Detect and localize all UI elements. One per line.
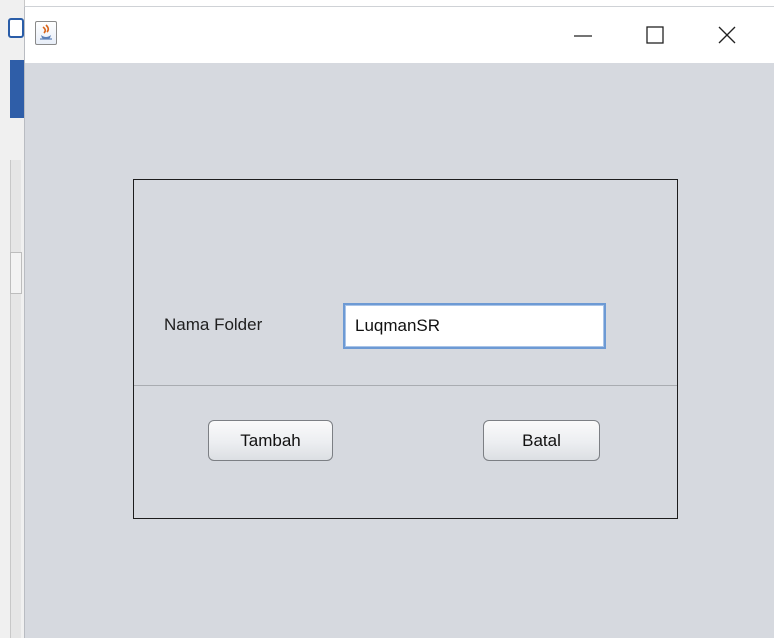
minimize-button[interactable] <box>547 7 619 63</box>
background-panel <box>10 160 21 638</box>
close-button[interactable] <box>691 7 763 63</box>
maximize-button[interactable] <box>619 7 691 63</box>
background-window-edge <box>0 0 25 638</box>
add-button[interactable]: Tambah <box>208 420 333 461</box>
cancel-button[interactable]: Batal <box>483 420 600 461</box>
divider <box>134 385 677 386</box>
folder-name-label: Nama Folder <box>164 315 263 334</box>
background-tab <box>10 252 22 294</box>
background-selection <box>10 60 24 118</box>
close-icon <box>718 26 736 44</box>
maximize-icon <box>646 26 664 44</box>
folder-name-input[interactable] <box>343 303 606 349</box>
java-cup-icon <box>35 21 57 45</box>
background-app-icon <box>8 18 24 38</box>
folder-form-panel: Nama Folder Tambah Batal <box>133 179 678 519</box>
minimize-icon <box>574 35 592 37</box>
dialog-window: Nama Folder Tambah Batal <box>24 6 774 638</box>
title-bar[interactable] <box>25 7 774 63</box>
screen: Nama Folder Tambah Batal <box>0 0 774 638</box>
